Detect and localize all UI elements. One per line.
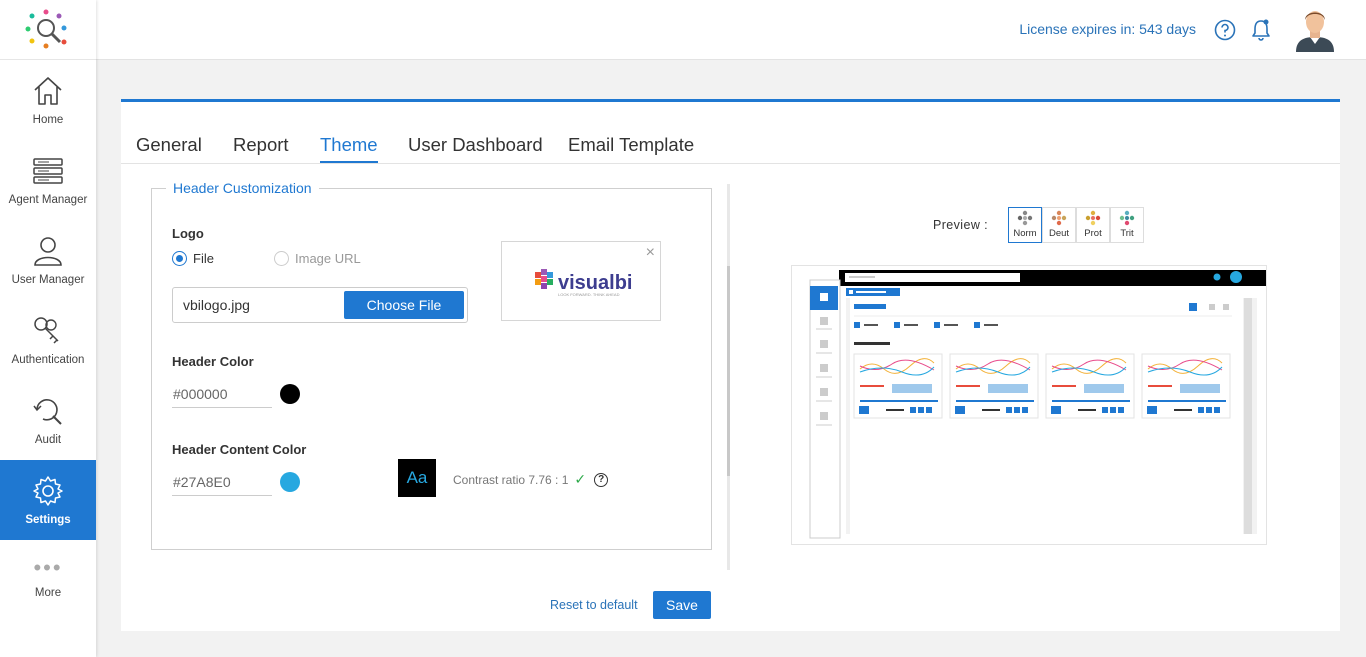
help-icon[interactable] [1214,19,1236,41]
header-color-swatch[interactable] [280,384,300,404]
sidebar-item-user-manager[interactable]: User Manager [0,220,96,300]
sidebar-item-label: Settings [25,514,71,526]
file-name: vbilogo.jpg [183,297,250,313]
license-status: License expires in: 543 days [1019,21,1196,37]
preview-mode-label: Deut [1048,228,1070,239]
file-input-box: vbilogo.jpg Choose File [172,287,468,323]
settings-panel: General Report Theme User Dashboard Emai… [121,99,1340,631]
sidebar-item-more[interactable]: ••• More [0,540,96,620]
sidebar-item-agent-manager[interactable]: Agent Manager [0,140,96,220]
radio-image-url-label: Image URL [295,251,361,266]
brand-logo-image: visualbi LOOK FORWARD. THINK AHEAD [535,269,632,297]
tab-report[interactable]: Report [233,134,289,161]
header-color-input[interactable] [172,380,272,408]
palette-prot-icon [1085,210,1101,226]
brand-tagline: LOOK FORWARD. THINK AHEAD [558,292,620,297]
server-icon [33,158,63,184]
palette-trit-icon [1119,210,1135,226]
preview-mode-label: Norm [1013,228,1037,239]
header-content-color-input[interactable] [172,468,272,496]
contrast-sample: Aa [398,459,436,497]
tab-email-template[interactable]: Email Template [568,134,694,161]
preview-mode-trit[interactable]: Trit [1110,207,1144,243]
top-bar: License expires in: 543 days [96,0,1366,60]
tab-user-dashboard[interactable]: User Dashboard [408,134,543,161]
gear-icon [33,476,63,506]
sidebar-item-settings[interactable]: Settings [0,460,96,540]
preview-mode-normal[interactable]: Norm [1008,207,1042,243]
contrast-ratio-text: Contrast ratio 7.76 : 1 [453,472,569,487]
radio-file-label: File [193,251,214,266]
preview-mode-label: Trit [1120,228,1134,239]
avatar[interactable] [1292,6,1338,52]
user-icon [34,237,62,266]
sidebar: Home Agent Manager User Manager Authenti… [0,0,96,657]
logo-label: Logo [172,226,204,241]
reset-to-default-link[interactable]: Reset to default [550,598,638,612]
help-circle-icon[interactable]: ? [594,472,609,487]
close-icon[interactable]: × [646,244,655,262]
sidebar-item-authentication[interactable]: Authentication [0,300,96,380]
brand-text: visualbi [558,272,632,294]
header-content-color-label: Header Content Color [172,442,307,457]
theme-preview [791,265,1267,545]
tab-theme[interactable]: Theme [320,134,378,163]
sidebar-item-label: Audit [34,434,62,446]
header-color-label: Header Color [172,354,254,369]
sidebar-item-label: Authentication [11,354,85,366]
app-logo[interactable] [0,0,96,60]
keys-icon [34,317,59,344]
home-icon [34,77,62,105]
bell-icon[interactable] [1250,18,1272,42]
sidebar-item-audit[interactable]: Audit [0,380,96,460]
more-dots-icon: ••• [33,555,63,580]
palette-normal-icon [1017,210,1033,226]
preview-mode-label: Prot [1084,228,1102,239]
audit-search-icon [33,399,62,425]
palette-deut-icon [1051,210,1067,226]
sidebar-item-label: User Manager [11,274,85,286]
sidebar-item-label: More [34,587,62,599]
radio-file[interactable]: File [172,251,214,266]
logo-preview: × visualbi LOOK FORWARD. THINK AHEAD [501,241,661,321]
theme-preview-thumbnail [809,270,1266,539]
header-content-color-swatch[interactable] [280,472,300,492]
check-icon: ✓ [574,471,587,487]
choose-file-button[interactable]: Choose File [344,291,464,319]
tab-general[interactable]: General [136,134,202,161]
app-logo-icon [25,9,67,48]
sidebar-item-label: Home [32,114,64,126]
save-button[interactable]: Save [653,591,711,619]
radio-file-indicator[interactable] [172,251,187,266]
radio-image-url-indicator[interactable] [274,251,289,266]
settings-tabs: General Report Theme User Dashboard Emai… [121,102,1340,164]
sidebar-item-home[interactable]: Home [0,60,96,140]
preview-mode-prot[interactable]: Prot [1076,207,1110,243]
sidebar-item-label: Agent Manager [8,194,88,206]
contrast-ratio: Contrast ratio 7.76 : 1 ✓ ? [453,471,609,488]
preview-label: Preview : [933,218,989,232]
scrollbar-thumb[interactable] [727,266,730,476]
section-legend: Header Customization [166,180,319,196]
radio-image-url[interactable]: Image URL [274,251,361,266]
preview-mode-deut[interactable]: Deut [1042,207,1076,243]
header-customization-section: Header Customization Logo File Image URL… [151,180,712,550]
